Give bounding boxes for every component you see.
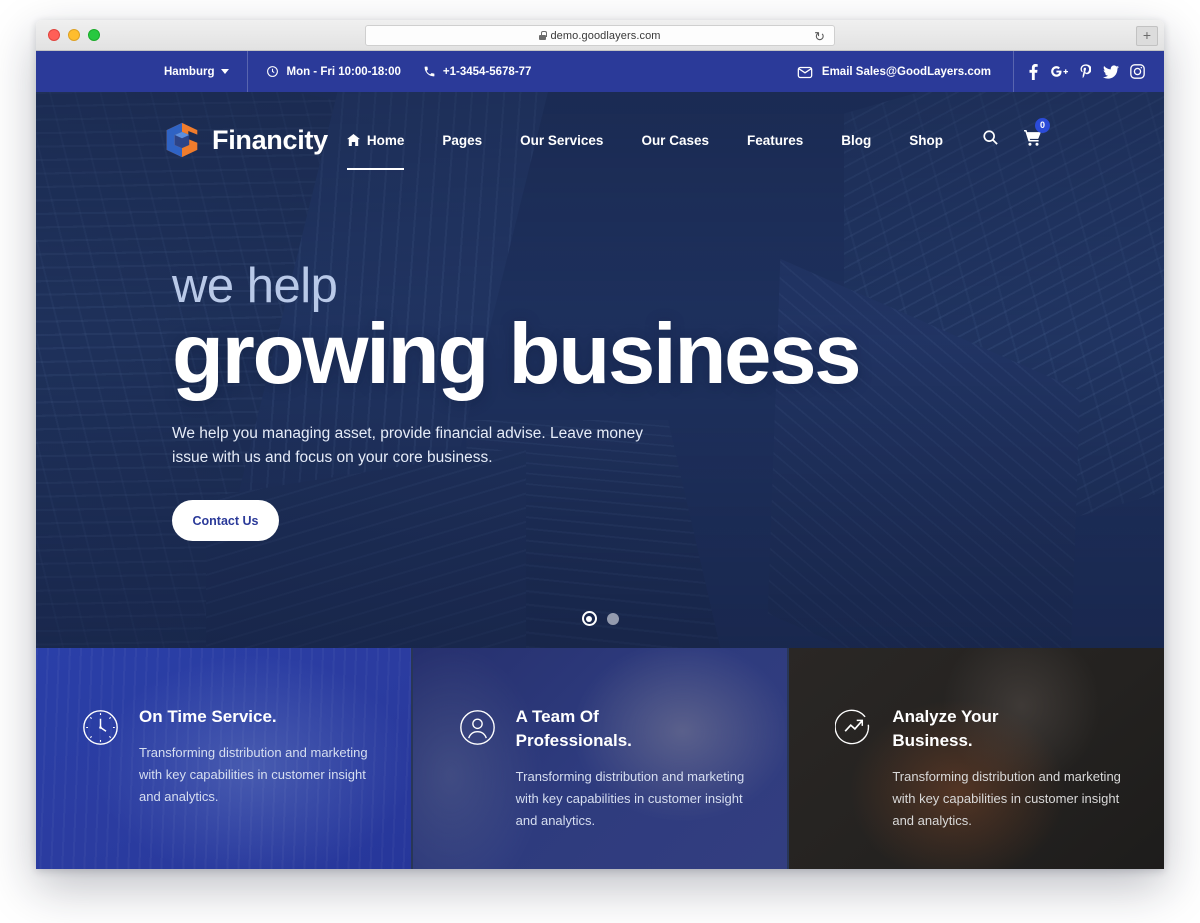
browser-window: demo.goodlayers.com ↻ + Hamburg Mon - Fr…	[36, 20, 1164, 869]
email-link[interactable]: Email Sales@GoodLayers.com	[797, 51, 1014, 92]
contact-us-button[interactable]: Contact Us	[172, 500, 279, 542]
city-selector[interactable]: Hamburg	[164, 51, 249, 92]
card-title: A Team Of Professionals.	[515, 707, 632, 751]
instagram-icon[interactable]	[1124, 59, 1150, 85]
nav-item-our-services[interactable]: Our Services	[501, 127, 622, 154]
user-icon	[459, 710, 495, 745]
nav-item-features[interactable]: Features	[728, 127, 822, 154]
hours-label: Mon - Fri 10:00-18:00	[286, 65, 401, 78]
pinterest-icon[interactable]	[1072, 59, 1098, 85]
slider-pagination[interactable]	[36, 611, 1164, 626]
nav-item-label: Shop	[909, 132, 944, 148]
phone-icon	[424, 66, 435, 77]
cart-count-badge: 0	[1035, 117, 1051, 133]
url-text: demo.goodlayers.com	[550, 29, 661, 42]
card-text: Transforming distribution and marketing …	[515, 769, 745, 828]
brand-logo[interactable]: Financity	[164, 121, 328, 159]
feature-card-analyze-your-business[interactable]: Analyze Your Business. Transforming dist…	[789, 648, 1164, 869]
city-label: Hamburg	[164, 65, 215, 78]
social-links[interactable]	[1014, 59, 1164, 85]
nav-item-label: Home	[366, 132, 405, 148]
card-title: On Time Service.	[139, 707, 277, 726]
hero-pretitle: we help	[172, 259, 338, 313]
nav-item-label: Features	[746, 132, 804, 148]
trending-up-icon	[834, 709, 870, 745]
phone-number[interactable]: +1-3454-5678-77	[423, 65, 532, 78]
nav-menu: Home Pages Our Services Our Cases Featur…	[328, 117, 1054, 170]
google-plus-icon[interactable]	[1046, 59, 1072, 85]
envelope-icon	[797, 66, 813, 79]
browser-chrome-bar: demo.goodlayers.com ↻ +	[36, 20, 1164, 51]
card-icon-wrap	[82, 709, 119, 808]
hero-title: growing business	[172, 307, 862, 402]
cart-button[interactable]: 0	[1011, 117, 1054, 157]
nav-item-home[interactable]: Home	[328, 127, 424, 170]
window-controls[interactable]	[48, 29, 100, 41]
chevron-down-icon	[221, 69, 230, 74]
nav-item-label: Our Cases	[641, 132, 709, 148]
nav-item-blog[interactable]: Blog	[822, 127, 890, 154]
new-tab-button[interactable]: +	[1136, 26, 1158, 46]
nav-tools: 0	[970, 117, 1054, 157]
nav-item-label: Our Services	[520, 132, 604, 148]
nav-item-our-cases[interactable]: Our Cases	[622, 127, 728, 154]
page-viewport: Hamburg Mon - Fri 10:00-18:00 +1-3454-56…	[36, 51, 1164, 869]
hero-section: Financity Home Pages Our Services Our Ca…	[36, 92, 1164, 648]
home-icon	[346, 134, 360, 146]
nav-item-shop[interactable]: Shop	[890, 127, 962, 154]
slider-dot-2[interactable]	[606, 612, 619, 625]
address-bar[interactable]: demo.goodlayers.com ↻	[365, 25, 835, 46]
reload-icon[interactable]: ↻	[814, 30, 825, 43]
search-icon	[983, 130, 998, 145]
lock-icon	[539, 31, 547, 40]
card-text: Transforming distribution and marketing …	[139, 745, 368, 804]
nav-item-label: Pages	[442, 132, 483, 148]
main-navigation: Financity Home Pages Our Services Our Ca…	[36, 92, 1164, 188]
maximize-window-button[interactable]	[88, 29, 100, 41]
brand-name: Financity	[212, 124, 328, 155]
twitter-icon[interactable]	[1098, 59, 1124, 85]
clock-icon	[83, 710, 118, 745]
hero-content: we help growing business We help you man…	[36, 259, 1164, 542]
card-title: Analyze Your Business.	[892, 707, 999, 751]
clock-icon	[267, 66, 279, 77]
close-window-button[interactable]	[48, 29, 60, 41]
phone-label: +1-3454-5678-77	[442, 65, 532, 78]
card-icon-wrap	[459, 709, 496, 832]
card-text: Transforming distribution and marketing …	[892, 769, 1121, 828]
feature-card-on-time-service[interactable]: On Time Service. Transforming distributi…	[36, 648, 413, 869]
cube-logo-icon	[166, 122, 198, 158]
nav-item-pages[interactable]: Pages	[423, 127, 501, 154]
search-button[interactable]	[970, 124, 1011, 156]
facebook-icon[interactable]	[1020, 59, 1046, 85]
feature-card-team-of-professionals[interactable]: A Team Of Professionals. Transforming di…	[412, 648, 790, 869]
utility-topbar: Hamburg Mon - Fri 10:00-18:00 +1-3454-56…	[36, 51, 1164, 92]
hero-subtitle: We help you managing asset, provide fina…	[172, 425, 644, 467]
email-label: Email Sales@GoodLayers.com	[821, 65, 991, 78]
nav-item-label: Blog	[841, 132, 872, 148]
minimize-window-button[interactable]	[68, 29, 80, 41]
business-hours: Mon - Fri 10:00-18:00	[266, 65, 401, 78]
card-icon-wrap	[834, 709, 872, 832]
feature-cards: On Time Service. Transforming distributi…	[36, 648, 1164, 869]
slider-dot-1[interactable]	[581, 611, 597, 626]
